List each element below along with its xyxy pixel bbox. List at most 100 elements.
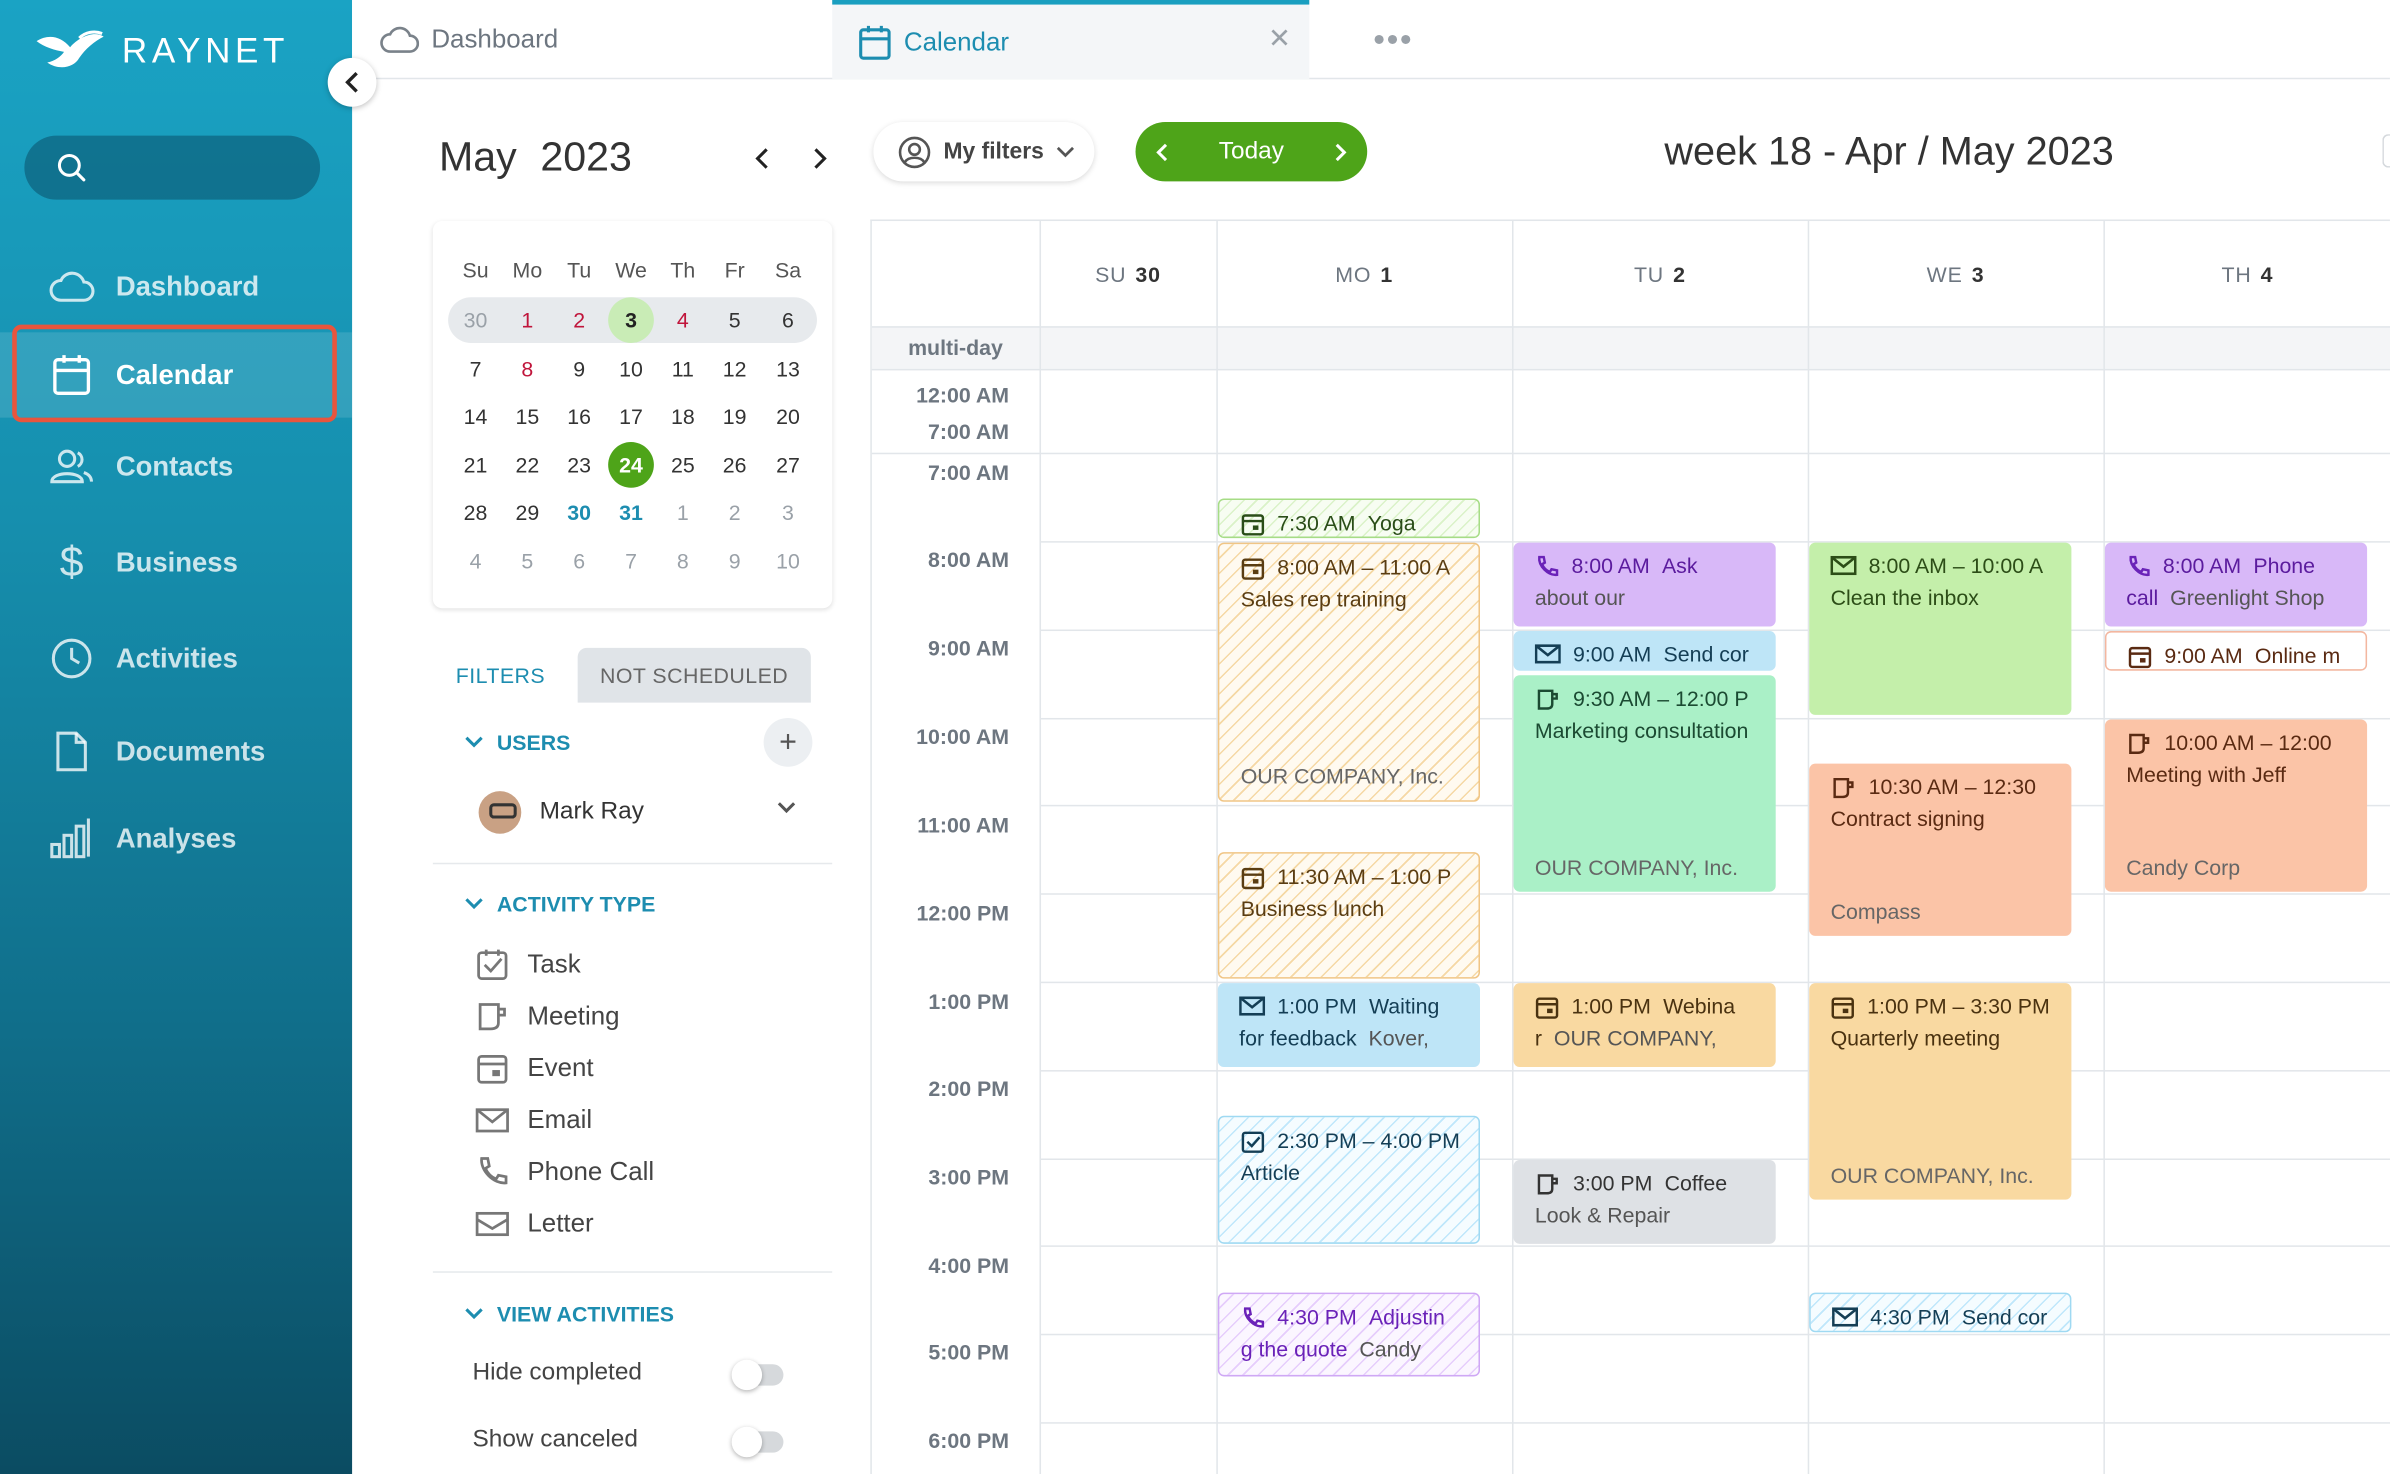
calendar-event-event[interactable]: 1:00 PM Webina r OUR COMPANY, <box>1513 983 1776 1068</box>
collapse-sidebar-button[interactable] <box>327 57 377 107</box>
mini-calendar-day[interactable]: 6 <box>556 538 602 584</box>
sidebar-item-activities[interactable]: Activities <box>0 616 352 701</box>
calendar-event-event[interactable]: 1:00 PM – 3:30 PM Quarterly meeting OUR CO… <box>1809 983 2072 1200</box>
mini-calendar-day[interactable]: 30 <box>556 490 602 536</box>
mini-calendar-day[interactable]: 24 <box>608 441 654 488</box>
calendar-event-event[interactable]: 8:00 AM – 11:00 A Sales rep training OUR C… <box>1217 542 1480 802</box>
calendar-event-email[interactable]: 4:30 PM Send cor <box>1809 1292 2072 1333</box>
calendar-event-phone[interactable]: 8:00 AM Ask about our <box>1513 542 1776 627</box>
my-filters-button[interactable]: My filters <box>873 121 1095 182</box>
mini-calendar-day[interactable]: 1 <box>505 297 551 343</box>
day-header[interactable]: TH 4 <box>2103 221 2390 326</box>
mini-calendar-day[interactable]: 15 <box>505 394 551 440</box>
prev-month-icon[interactable] <box>750 143 774 173</box>
mini-calendar-day[interactable]: 9 <box>712 538 758 584</box>
calendar-event-event[interactable]: 9:00 AM Online m <box>2104 631 2368 671</box>
mini-calendar-day[interactable]: 25 <box>660 442 706 488</box>
activity-type-phone-call[interactable]: Phone Call <box>476 1155 654 1189</box>
mini-calendar-day[interactable]: 3 <box>765 490 811 536</box>
mini-calendar-day[interactable]: 4 <box>660 297 706 343</box>
day-header[interactable]: TU 2 <box>1512 221 1808 326</box>
sidebar-item-analyses[interactable]: Analyses <box>0 796 352 881</box>
mini-calendar-day[interactable]: 7 <box>608 538 654 584</box>
mini-calendar-day[interactable]: 10 <box>608 345 654 391</box>
mini-calendar-day[interactable]: 30 <box>453 297 499 343</box>
more-tabs-button[interactable]: ••• <box>1373 0 1413 79</box>
mini-calendar-day[interactable]: 8 <box>505 345 551 391</box>
view-activities-section-toggle[interactable]: VIEW ACTIVITIES <box>463 1302 674 1326</box>
calendar-event-event[interactable]: 7:30 AM Yoga <box>1217 498 1480 539</box>
calendar-event-phone[interactable]: 8:00 AM Phone call Greenlight Shop <box>2104 542 2368 627</box>
calendar-event-phone[interactable]: 4:30 PM Adjustin g the quote Candy <box>1217 1292 1480 1377</box>
user-selector[interactable]: Mark Ray <box>478 791 644 834</box>
mini-calendar-day[interactable]: 17 <box>608 394 654 440</box>
next-week-icon[interactable] <box>1331 141 1349 162</box>
calendar-event-email[interactable]: 9:00 AM Send cor <box>1513 631 1776 671</box>
calendar-event-meeting[interactable]: 10:00 AM – 12:00 Meeting with Jeff Candy C… <box>2104 719 2368 892</box>
day-header[interactable]: SU 30 <box>1040 221 1217 326</box>
mini-calendar-day[interactable]: 26 <box>712 442 758 488</box>
mini-calendar-day[interactable]: 20 <box>765 394 811 440</box>
today-button[interactable]: Today <box>1219 138 1284 165</box>
mini-calendar-day[interactable]: 31 <box>608 490 654 536</box>
sidebar-item-dashboard[interactable]: Dashboard <box>0 244 352 329</box>
mini-calendar-day[interactable]: 11 <box>660 345 706 391</box>
hide-completed-toggle[interactable] <box>731 1359 784 1391</box>
mini-calendar-day[interactable]: 10 <box>765 538 811 584</box>
tab-filters[interactable]: FILTERS <box>432 647 568 703</box>
calendar-event-meeting[interactable]: 10:30 AM – 12:30 Contract signing Compass <box>1809 763 2072 936</box>
calendar-event-email[interactable]: 8:00 AM – 10:00 A Clean the inbox <box>1809 542 2072 715</box>
sidebar-item-documents[interactable]: Documents <box>0 709 352 794</box>
tab-dashboard[interactable]: Dashboard <box>380 0 558 79</box>
chevron-down-icon[interactable] <box>776 800 797 815</box>
mini-calendar-day[interactable]: 5 <box>712 297 758 343</box>
mini-calendar-day[interactable]: 18 <box>660 394 706 440</box>
mini-calendar-day[interactable]: 6 <box>765 297 811 343</box>
mini-calendar-day[interactable]: 4 <box>453 538 499 584</box>
activity-type-section-toggle[interactable]: ACTIVITY TYPE <box>463 892 655 916</box>
mini-calendar-day[interactable]: 27 <box>765 442 811 488</box>
mini-calendar-day[interactable]: 2 <box>556 297 602 343</box>
activity-type-event[interactable]: Event <box>476 1052 594 1086</box>
activity-type-meeting[interactable]: Meeting <box>476 1000 620 1034</box>
close-tab-icon[interactable]: ✕ <box>1268 23 1291 55</box>
activity-type-task[interactable]: Task <box>476 948 581 982</box>
day-header[interactable]: MO 1 <box>1216 221 1512 326</box>
mini-calendar-day[interactable]: 29 <box>505 490 551 536</box>
activity-type-letter[interactable]: Letter <box>475 1207 594 1241</box>
prev-week-icon[interactable] <box>1154 141 1172 162</box>
activity-type-email[interactable]: Email <box>475 1104 592 1138</box>
next-month-icon[interactable] <box>808 143 832 173</box>
sidebar-item-business[interactable]: $ Business <box>0 520 352 605</box>
calendar-event-meeting[interactable]: 9:30 AM – 12:00 P Marketing consultation O… <box>1513 675 1776 892</box>
tab-not-scheduled[interactable]: NOT SCHEDULED <box>577 647 812 703</box>
mini-calendar-day[interactable]: 1 <box>660 490 706 536</box>
tab-calendar[interactable]: Calendar ✕ <box>832 0 1310 80</box>
brand-logo[interactable]: RAYNET <box>34 27 289 73</box>
mini-calendar-day[interactable]: 13 <box>765 345 811 391</box>
users-section-toggle[interactable]: USERS <box>463 730 570 755</box>
mini-calendar-day[interactable]: 12 <box>712 345 758 391</box>
calendar-event-task[interactable]: 2:30 PM – 4:00 PM Article <box>1217 1115 1480 1244</box>
mini-calendar-day[interactable]: 5 <box>505 538 551 584</box>
mini-calendar-day[interactable]: 19 <box>712 394 758 440</box>
mini-calendar-day[interactable]: 7 <box>453 345 499 391</box>
mini-calendar-day[interactable]: 16 <box>556 394 602 440</box>
mini-calendar-day[interactable]: 8 <box>660 538 706 584</box>
mini-calendar-day[interactable]: 2 <box>712 490 758 536</box>
mini-calendar-day[interactable]: 14 <box>453 394 499 440</box>
calendar-event-meeting[interactable]: 3:00 PM Coffee Look & Repair <box>1513 1159 1776 1244</box>
mini-calendar-day[interactable]: 9 <box>556 345 602 391</box>
add-user-button[interactable]: + <box>763 717 813 767</box>
mini-calendar-day[interactable]: 3 <box>608 297 654 343</box>
mini-calendar-day[interactable]: 28 <box>453 490 499 536</box>
search-input[interactable] <box>24 135 321 200</box>
mini-calendar-day[interactable]: 21 <box>453 442 499 488</box>
day-header[interactable]: WE 3 <box>1808 221 2104 326</box>
mini-calendar-day[interactable]: 22 <box>505 442 551 488</box>
calendar-event-event[interactable]: 11:30 AM – 1:00 P Business lunch <box>1217 852 1480 979</box>
sidebar-item-contacts[interactable]: Contacts <box>0 424 352 509</box>
calendar-event-email[interactable]: 1:00 PM Waiting for feedback Kover, <box>1217 983 1480 1068</box>
show-canceled-toggle[interactable] <box>731 1426 784 1458</box>
mini-calendar-day[interactable]: 23 <box>556 442 602 488</box>
